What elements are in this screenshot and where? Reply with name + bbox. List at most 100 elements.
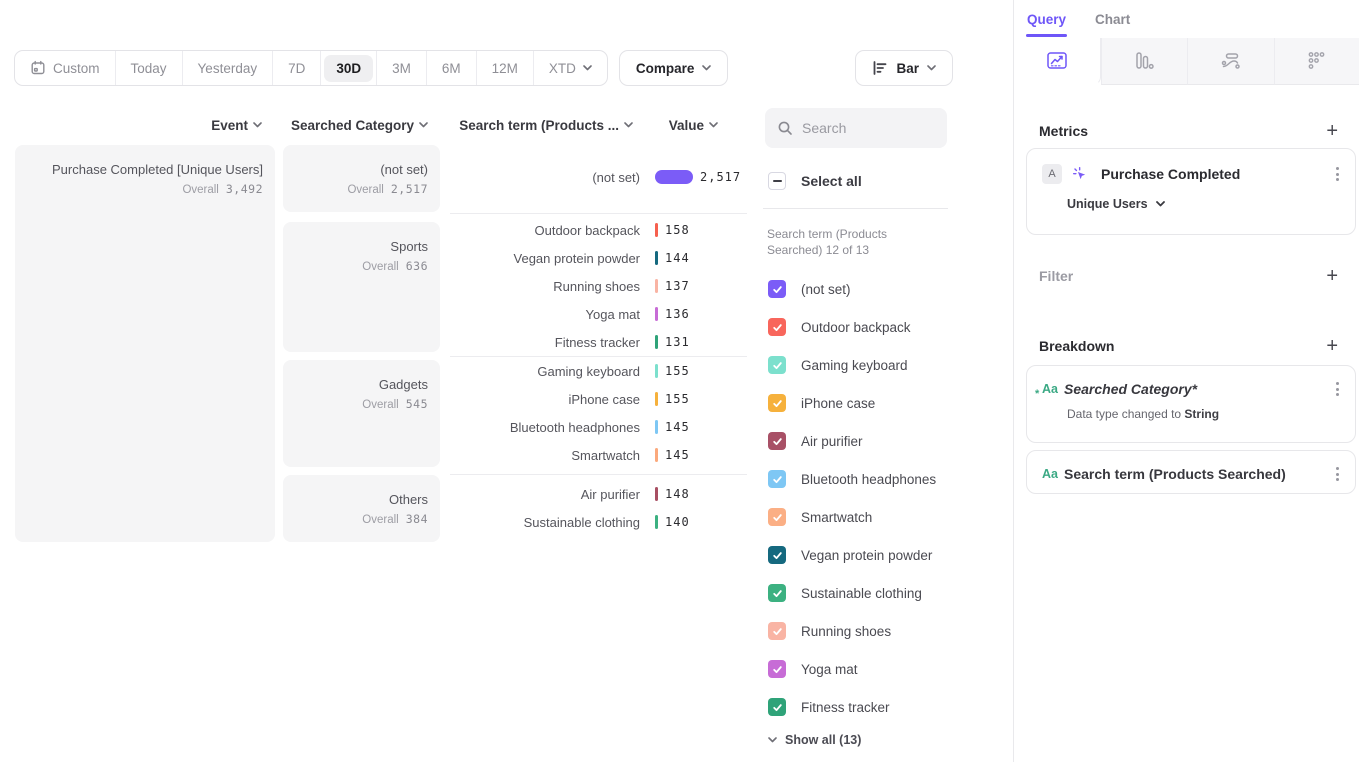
select-all-checkbox[interactable] xyxy=(768,172,786,190)
column-header-searched-category[interactable]: Searched Category xyxy=(270,117,428,133)
legend-item-outdoor-backpack[interactable]: Outdoor backpack xyxy=(768,318,911,336)
value-text: 144 xyxy=(665,251,690,265)
legend-item-smartwatch[interactable]: Smartwatch xyxy=(768,508,872,526)
series-checkbox[interactable] xyxy=(768,356,786,374)
legend-item-gaming-keyboard[interactable]: Gaming keyboard xyxy=(768,356,908,374)
value-bar[interactable] xyxy=(655,223,658,237)
legend-item-bluetooth-headphones[interactable]: Bluetooth headphones xyxy=(768,470,936,488)
value-bar[interactable] xyxy=(655,392,658,406)
category-name: (not set) xyxy=(295,162,428,177)
column-header-value[interactable]: Value xyxy=(640,117,718,133)
query-panel: Query Chart Metrics + A Purchase Complet… xyxy=(1013,0,1359,762)
chart-row-fitness-tracker: Fitness tracker131 xyxy=(440,328,752,356)
series-checkbox[interactable] xyxy=(768,394,786,412)
legend-item-iphone-case[interactable]: iPhone case xyxy=(768,394,875,412)
legend-item-yoga-mat[interactable]: Yoga mat xyxy=(768,660,858,678)
report-tab-insights[interactable] xyxy=(1014,38,1101,85)
chevron-down-icon xyxy=(768,737,777,743)
event-cell: Purchase Completed [Unique Users] Overal… xyxy=(15,145,275,542)
value-bar[interactable] xyxy=(655,364,658,378)
value-bar[interactable] xyxy=(655,448,658,462)
series-checkbox[interactable] xyxy=(768,508,786,526)
value-bar[interactable] xyxy=(655,487,658,501)
date-range-30d[interactable]: 30D xyxy=(320,51,376,85)
legend-item-not-set[interactable]: (not set) xyxy=(768,280,851,298)
date-range-today[interactable]: Today xyxy=(115,51,182,85)
report-tab-retention[interactable] xyxy=(1274,38,1359,85)
value-bar[interactable] xyxy=(655,335,658,349)
date-range-7d[interactable]: 7D xyxy=(272,51,320,85)
date-range-custom[interactable]: Custom xyxy=(15,51,115,85)
filter-heading: Filter xyxy=(1039,268,1073,284)
column-header-event[interactable]: Event xyxy=(100,117,262,133)
chevron-down-icon xyxy=(709,122,718,128)
date-range-12m[interactable]: 12M xyxy=(476,51,533,85)
report-tab-flows[interactable] xyxy=(1187,38,1274,85)
legend-item-sustainable-clothing[interactable]: Sustainable clothing xyxy=(768,584,922,602)
value-bar[interactable] xyxy=(655,251,658,265)
search-icon xyxy=(777,120,793,136)
add-breakdown-button[interactable]: + xyxy=(1320,334,1344,358)
legend-search[interactable] xyxy=(765,108,947,148)
legend-item-fitness-tracker[interactable]: Fitness tracker xyxy=(768,698,890,716)
legend-item-running-shoes[interactable]: Running shoes xyxy=(768,622,891,640)
series-checkbox[interactable] xyxy=(768,470,786,488)
legend-item-vegan-protein-powder[interactable]: Vegan protein powder xyxy=(768,546,932,564)
series-checkbox[interactable] xyxy=(768,584,786,602)
string-property-icon: Aa* xyxy=(1042,382,1064,396)
value-bar[interactable] xyxy=(655,279,658,293)
checkmark-icon xyxy=(772,398,783,409)
category-name: Others xyxy=(295,492,428,507)
legend-item-label: Gaming keyboard xyxy=(801,358,908,373)
breakdown-item-searched-category[interactable]: Aa*Searched Category*Data type changed t… xyxy=(1026,365,1356,443)
date-range-label: Today xyxy=(131,61,167,76)
series-checkbox[interactable] xyxy=(768,432,786,450)
add-metric-button[interactable]: + xyxy=(1320,119,1344,143)
breakdown-item-search-term-products-searched[interactable]: AaSearch term (Products Searched) xyxy=(1026,450,1356,494)
series-checkbox[interactable] xyxy=(768,318,786,336)
value-bar[interactable] xyxy=(655,307,658,321)
metric-kebab-menu[interactable] xyxy=(1332,163,1343,185)
legend-item-air-purifier[interactable]: Air purifier xyxy=(768,432,863,450)
series-checkbox[interactable] xyxy=(768,546,786,564)
checkmark-icon xyxy=(772,474,783,485)
date-range-3m[interactable]: 3M xyxy=(376,51,426,85)
date-range-xtd[interactable]: XTD xyxy=(533,51,607,85)
search-input[interactable] xyxy=(802,120,922,136)
add-filter-button[interactable]: + xyxy=(1320,264,1344,288)
value-bar[interactable] xyxy=(655,420,658,434)
series-checkbox[interactable] xyxy=(768,622,786,640)
legend-item-label: iPhone case xyxy=(801,396,875,411)
series-checkbox[interactable] xyxy=(768,280,786,298)
series-checkbox[interactable] xyxy=(768,660,786,678)
legend-item-label: Running shoes xyxy=(801,624,891,639)
search-term-label: Running shoes xyxy=(440,279,640,294)
search-term-label: Sustainable clothing xyxy=(440,515,640,530)
select-all-row[interactable]: Select all xyxy=(768,172,862,190)
breakdown-kebab-menu[interactable] xyxy=(1332,378,1343,400)
date-range-yesterday[interactable]: Yesterday xyxy=(182,51,273,85)
search-term-label: Outdoor backpack xyxy=(440,223,640,238)
checkmark-icon xyxy=(772,512,783,523)
chart-row-vegan-protein-powder: Vegan protein powder144 xyxy=(440,244,752,272)
column-header-search-term[interactable]: Search term (Products ... xyxy=(440,117,633,133)
tab-query[interactable]: Query xyxy=(1026,8,1067,37)
aggregation-dropdown[interactable]: Unique Users xyxy=(1067,197,1165,211)
chart-row-running-shoes: Running shoes137 xyxy=(440,272,752,300)
value-bar[interactable] xyxy=(655,170,693,184)
tab-chart[interactable]: Chart xyxy=(1094,8,1131,37)
breakdown-kebab-menu[interactable] xyxy=(1332,463,1343,485)
chart-row-smartwatch: Smartwatch145 xyxy=(440,441,752,469)
compare-label: Compare xyxy=(636,61,695,76)
value-bar[interactable] xyxy=(655,515,658,529)
date-range-6m[interactable]: 6M xyxy=(426,51,476,85)
compare-button[interactable]: Compare xyxy=(619,50,729,86)
metric-card[interactable]: A Purchase Completed Unique Users xyxy=(1026,148,1356,235)
search-term-label: (not set) xyxy=(440,170,640,185)
category-overall: Overall636 xyxy=(295,259,428,273)
value-text: 155 xyxy=(665,392,690,406)
show-all-button[interactable]: Show all (13) xyxy=(768,733,861,747)
series-checkbox[interactable] xyxy=(768,698,786,716)
report-tab-funnels[interactable] xyxy=(1101,38,1188,85)
value-text: 158 xyxy=(665,223,690,237)
